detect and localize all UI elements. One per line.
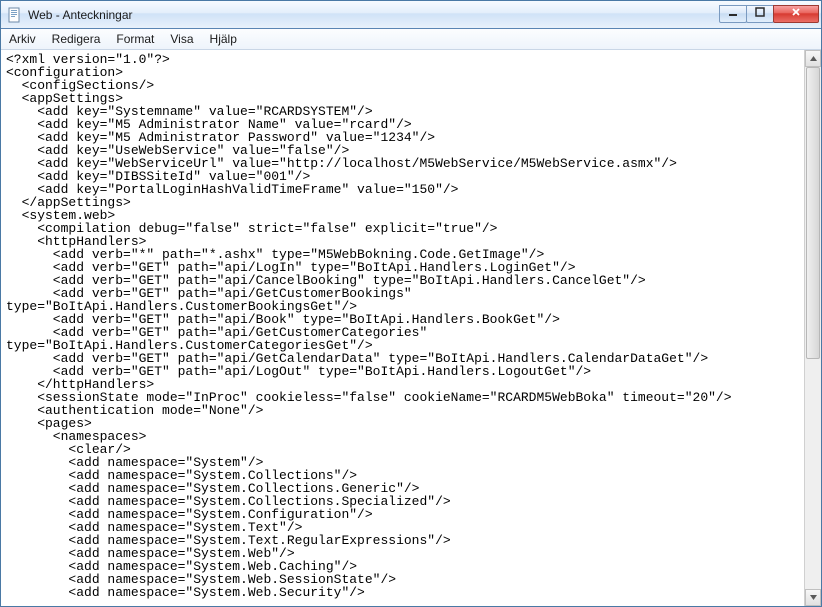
close-button[interactable] <box>773 5 819 23</box>
minimize-icon <box>728 7 738 20</box>
text-editor[interactable]: <?xml version="1.0"?> <configuration> <c… <box>1 50 804 606</box>
scroll-up-button[interactable] <box>805 50 821 67</box>
menu-redigera[interactable]: Redigera <box>44 29 109 49</box>
vertical-scrollbar[interactable] <box>804 50 821 606</box>
scroll-track[interactable] <box>805 67 821 589</box>
close-icon <box>791 7 801 20</box>
maximize-button[interactable] <box>746 5 774 23</box>
menu-hjalp[interactable]: Hjälp <box>202 29 245 49</box>
menu-visa[interactable]: Visa <box>162 29 201 49</box>
scroll-thumb[interactable] <box>806 67 820 359</box>
scroll-down-button[interactable] <box>805 589 821 606</box>
scroll-down-icon <box>809 589 818 607</box>
window-title: Web - Anteckningar <box>28 8 720 22</box>
menu-format[interactable]: Format <box>108 29 162 49</box>
titlebar[interactable]: Web - Anteckningar <box>1 1 821 29</box>
menu-arkiv[interactable]: Arkiv <box>1 29 44 49</box>
maximize-icon <box>755 7 765 20</box>
menubar: Arkiv Redigera Format Visa Hjälp <box>1 29 821 50</box>
scroll-up-icon <box>809 50 818 68</box>
minimize-button[interactable] <box>719 5 747 23</box>
content-area: <?xml version="1.0"?> <configuration> <c… <box>1 50 821 606</box>
window-controls <box>720 5 819 25</box>
app-window: Web - Anteckningar Arkiv Redigera Format… <box>0 0 822 607</box>
editor-text[interactable]: <?xml version="1.0"?> <configuration> <c… <box>6 53 804 599</box>
notepad-icon <box>7 7 23 23</box>
